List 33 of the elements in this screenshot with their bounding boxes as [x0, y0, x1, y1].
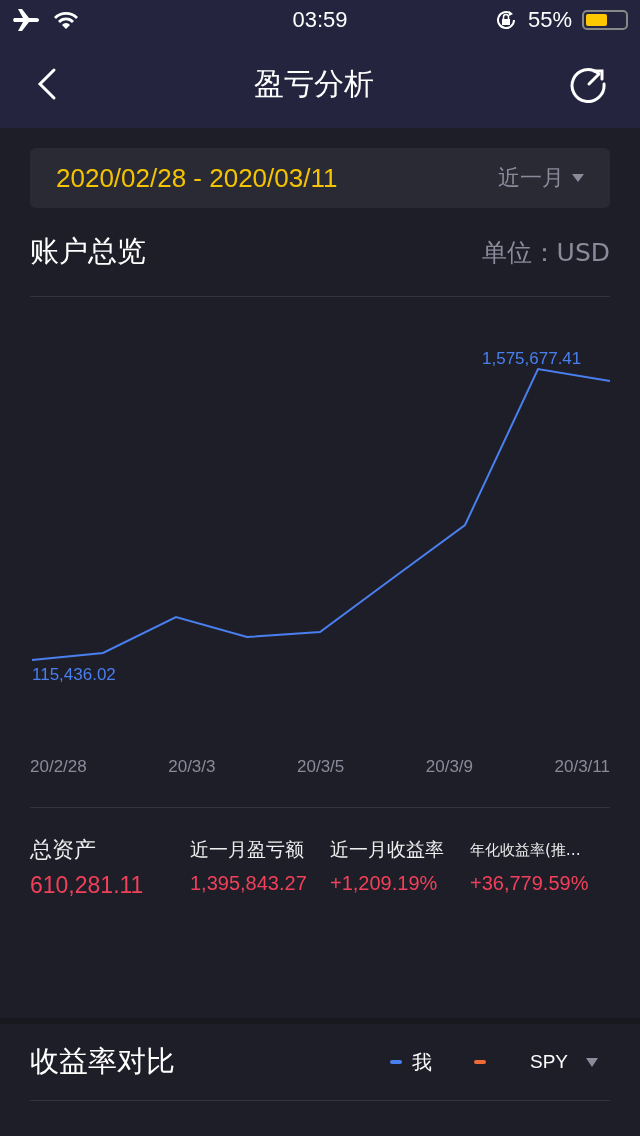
- battery-percent: 55%: [527, 7, 572, 33]
- section-title: 收益率对比: [30, 1043, 175, 1080]
- stat-label: 总资产: [30, 836, 97, 864]
- data-label: 1,575,677.41: [482, 349, 582, 369]
- period-label: 近一月: [498, 164, 564, 192]
- airplane-icon: [12, 8, 42, 32]
- section-title: 账户总览: [30, 233, 146, 270]
- clock-time: 03:59: [292, 7, 348, 33]
- battery-icon: [582, 10, 628, 30]
- axis-label: 20/3/3: [168, 757, 216, 777]
- axis-label: 20/3/5: [297, 757, 345, 777]
- date-range-bar[interactable]: 2020/02/28 - 2020/03/11 近一月: [30, 148, 610, 208]
- stat-label: 近一月收益率: [330, 837, 445, 862]
- stat-value: +1,209.19%: [330, 872, 439, 895]
- axis-label: 20/3/9: [425, 757, 474, 777]
- legend-label: 我: [411, 1048, 432, 1076]
- data-label: 115,436.02: [32, 665, 116, 685]
- benchmark-dropdown[interactable]: SPY: [529, 1051, 598, 1073]
- stat-label: 年化收益率(推…: [470, 839, 582, 861]
- stat-value: +36,779.59%: [470, 872, 590, 895]
- axis-label: 20/2/28: [30, 757, 87, 777]
- caret-icon: [572, 174, 584, 182]
- axis-label: 20/3/11: [554, 757, 610, 777]
- stat-label: 近一月盈亏额: [190, 837, 305, 862]
- page-title: 盈亏分析: [254, 64, 374, 103]
- stat-value: 1,395,843.27: [190, 872, 308, 895]
- refresh-icon[interactable]: [570, 65, 608, 103]
- date-range: 2020/02/28 - 2020/03/11: [56, 162, 338, 194]
- unit-label: 单位：USD: [481, 236, 610, 269]
- caret-icon: [586, 1057, 598, 1067]
- stat-value: 610,281.11: [30, 872, 145, 899]
- wifi-icon: [52, 9, 80, 31]
- back-icon[interactable]: [36, 67, 58, 101]
